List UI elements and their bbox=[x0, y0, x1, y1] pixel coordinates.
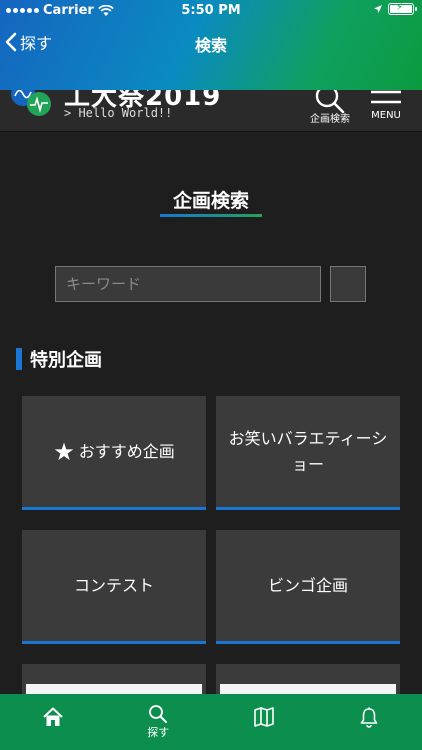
site-header: 工大祭2019 > Hello World!! 企画検索 MENU bbox=[0, 90, 422, 132]
logo-icon bbox=[11, 90, 51, 116]
tab-map[interactable] bbox=[211, 694, 317, 750]
title-underline bbox=[160, 214, 262, 217]
special-events-heading-label: 特別企画 bbox=[30, 350, 102, 371]
card-bingo[interactable]: ビンゴ企画 bbox=[216, 530, 400, 644]
card-comedy-variety-show[interactable]: お笑いバラエティーショー bbox=[216, 396, 400, 510]
map-icon bbox=[253, 707, 274, 727]
nav-title: 検索 bbox=[194, 36, 227, 55]
search-icon bbox=[149, 705, 168, 723]
tab-search-label: 探す bbox=[147, 726, 170, 739]
location-arrow-icon bbox=[374, 5, 382, 13]
keyword-search-input[interactable] bbox=[55, 266, 321, 302]
heading-accent-bar bbox=[16, 348, 22, 370]
card-label: ビンゴ企画 bbox=[267, 575, 348, 595]
logo-subtitle: > Hello World!! bbox=[64, 106, 173, 120]
card-contest[interactable]: コンテスト bbox=[22, 530, 206, 644]
section-title: 企画検索 bbox=[172, 190, 249, 212]
navigation-bar: Carrier 5:50 PM ⚡ 探す 検索 bbox=[0, 0, 422, 90]
card-label: おすすめ企画 bbox=[78, 441, 175, 461]
tab-bar: 探す bbox=[0, 694, 422, 750]
tab-notifications[interactable] bbox=[317, 694, 422, 750]
header-menu-label: MENU bbox=[371, 110, 401, 121]
card-recommended[interactable]: ★ おすすめ企画 bbox=[22, 396, 206, 510]
header-menu-button[interactable]: MENU bbox=[361, 90, 411, 121]
star-icon: ★ bbox=[53, 437, 75, 466]
card-label: お笑いバラエティーショー bbox=[228, 428, 388, 474]
search-submit-button[interactable] bbox=[330, 266, 366, 302]
header-search-button[interactable]: 企画検索 bbox=[305, 90, 355, 125]
status-time: 5:50 PM bbox=[181, 3, 241, 18]
home-icon bbox=[43, 707, 63, 726]
bell-icon bbox=[360, 707, 378, 728]
status-bar: Carrier 5:50 PM ⚡ bbox=[0, 0, 422, 22]
header-search-label: 企画検索 bbox=[310, 114, 350, 125]
status-right: ⚡ bbox=[373, 2, 417, 15]
tab-search[interactable]: 探す bbox=[106, 694, 212, 750]
tab-home[interactable] bbox=[0, 694, 106, 750]
battery-icon: ⚡ bbox=[388, 2, 417, 15]
special-events-heading: 特別企画 bbox=[16, 346, 102, 372]
card-label: コンテスト bbox=[73, 575, 154, 595]
